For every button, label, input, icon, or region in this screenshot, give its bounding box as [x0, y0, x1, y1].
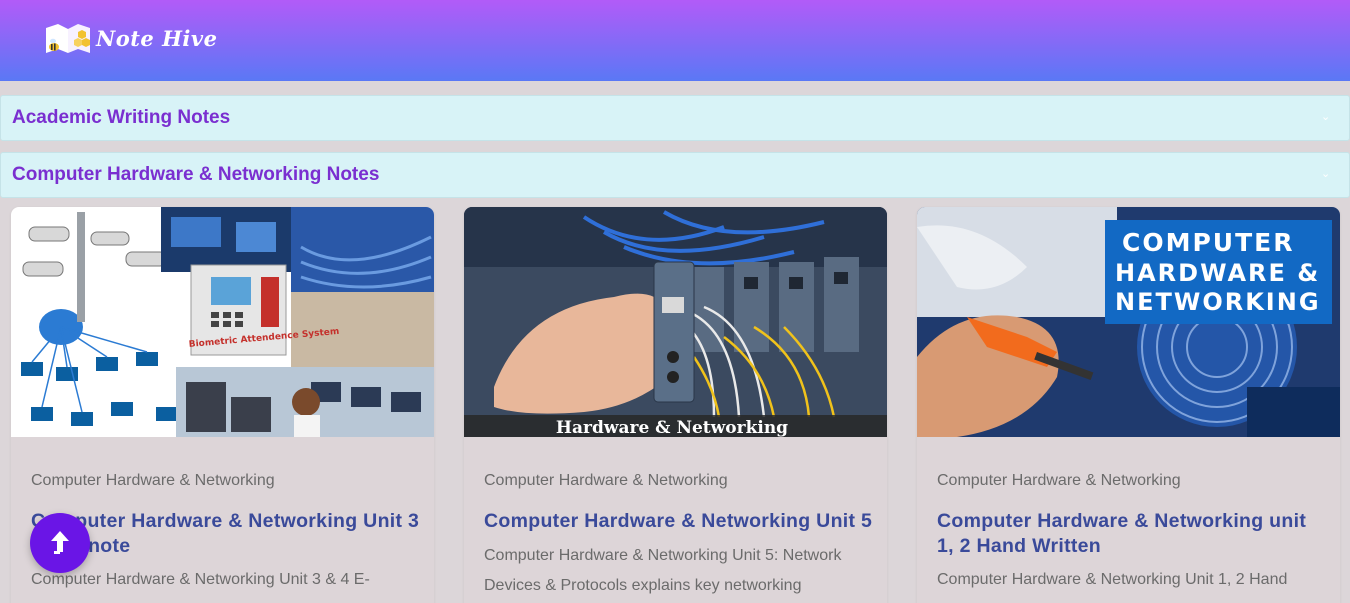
section-title: Academic Writing Notes — [12, 107, 231, 128]
card-description: Computer Hardware & Networking Unit 5: N… — [484, 547, 842, 594]
card-thumbnail[interactable]: Hardware & Networking — [464, 207, 887, 437]
card-thumbnail[interactable]: COMPUTER HARDWARE & NETWORKING — [917, 207, 1340, 437]
card-title[interactable]: Computer Hardware & Networking Unit 3 & … — [31, 509, 421, 559]
image-caption: NETWORKING — [1115, 288, 1321, 316]
section-title: Computer Hardware & Networking Notes — [12, 164, 380, 185]
card-description: Computer Hardware & Networking Unit 3 & … — [31, 571, 370, 588]
chevron-down-icon: ⌄ — [1321, 167, 1331, 180]
image-caption: HARDWARE & — [1115, 259, 1320, 287]
site-logo[interactable]: Note Hive — [44, 20, 217, 56]
image-caption: COMPUTER — [1122, 228, 1294, 257]
scroll-to-top-button[interactable] — [30, 513, 90, 573]
note-card[interactable]: COMPUTER HARDWARE & NETWORKING Computer … — [917, 207, 1340, 603]
arrow-up-icon — [51, 531, 69, 554]
card-category[interactable]: Computer Hardware & Networking — [31, 472, 275, 490]
site-header: Note Hive — [0, 0, 1350, 81]
card-title[interactable]: Computer Hardware & Networking Unit 5 — [484, 509, 874, 534]
image-caption: Hardware & Networking — [556, 418, 788, 437]
card-category[interactable]: Computer Hardware & Networking — [937, 472, 1181, 490]
book-bee-icon — [46, 24, 90, 53]
card-description: Computer Hardware & Networking Unit 1, 2… — [937, 571, 1288, 588]
card-category[interactable]: Computer Hardware & Networking — [484, 472, 728, 490]
card-title[interactable]: Computer Hardware & Networking unit 1, 2… — [937, 509, 1327, 559]
card-thumbnail[interactable]: Biometric Attendence System — [11, 207, 434, 437]
note-card[interactable]: Hardware & Networking Computer Hardware … — [464, 207, 887, 603]
chevron-down-icon: ⌄ — [1321, 110, 1331, 123]
accordion-academic-writing[interactable]: Academic Writing Notes ⌄ — [0, 95, 1350, 141]
accordion-computer-hardware[interactable]: Computer Hardware & Networking Notes ⌄ — [0, 152, 1350, 198]
logo-text: Note Hive — [96, 25, 218, 51]
